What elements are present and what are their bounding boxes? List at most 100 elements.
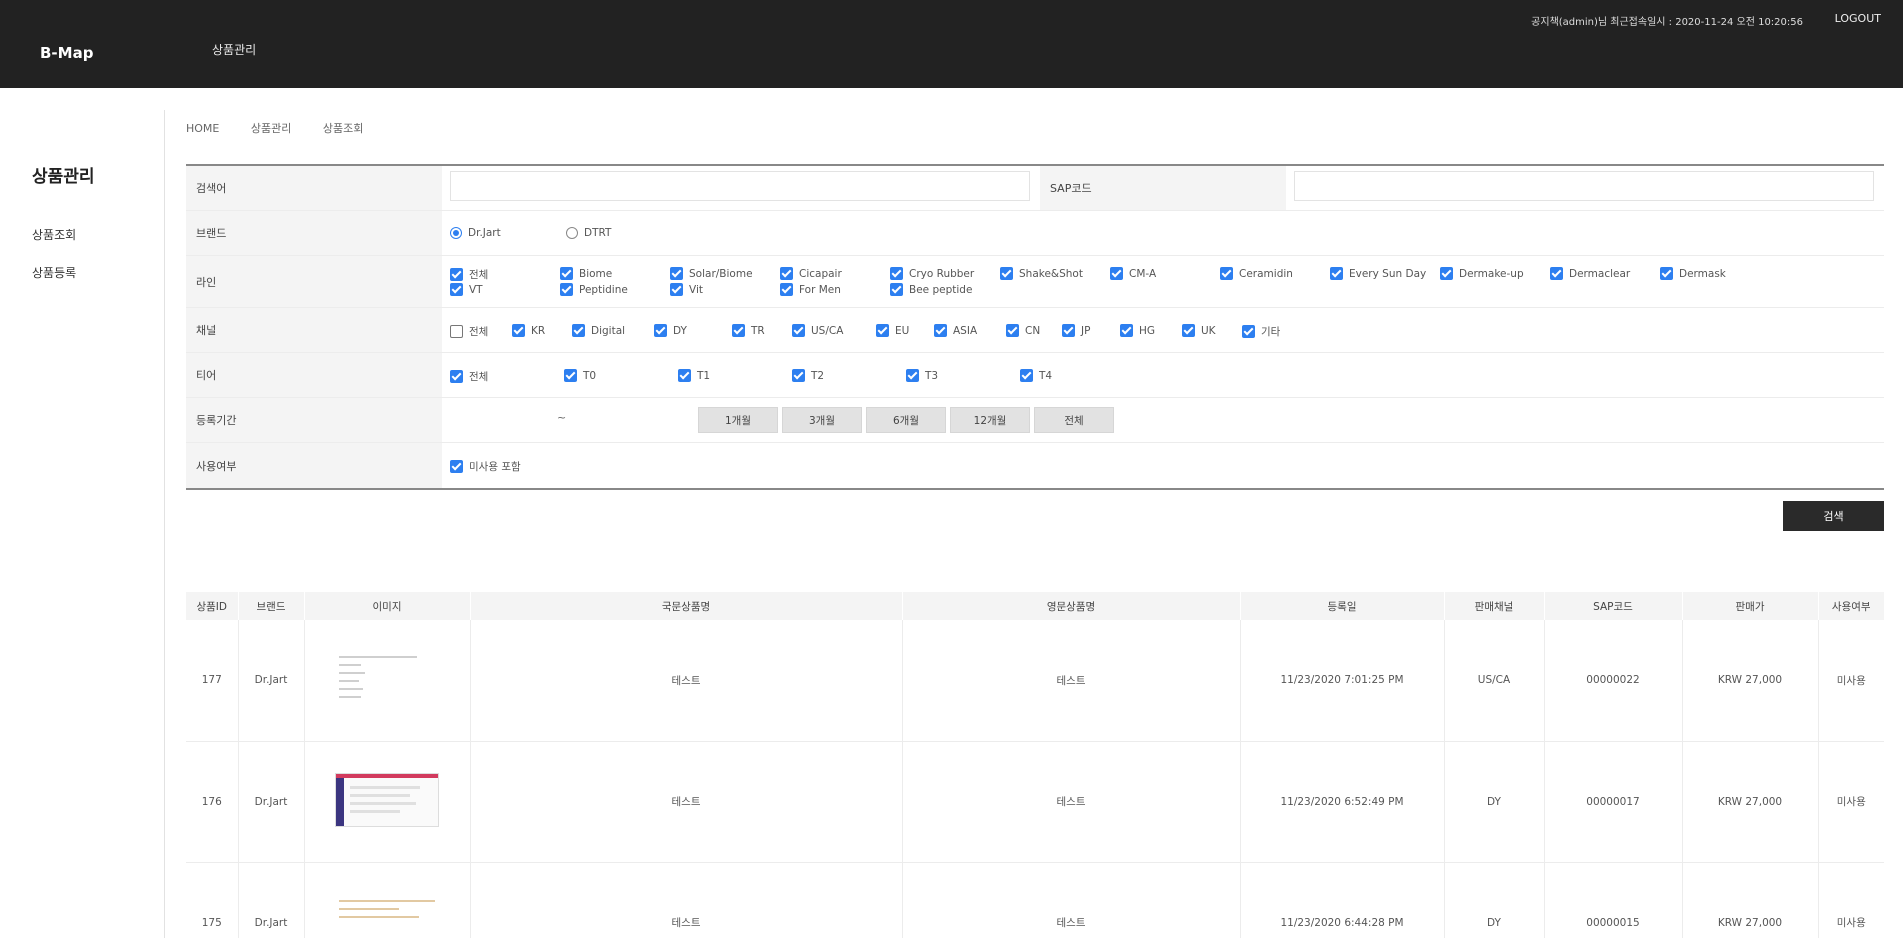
channel-checkbox[interactable]: CN: [1006, 324, 1040, 337]
channel-checkbox[interactable]: Digital: [572, 324, 625, 337]
line-checkbox[interactable]: Biome: [560, 267, 612, 280]
radio-selected-icon[interactable]: [450, 227, 462, 239]
line-checkbox[interactable]: Dermask: [1660, 267, 1726, 280]
checkbox-checked-icon[interactable]: [560, 283, 573, 296]
sidebar-item-product-register[interactable]: 상품등록: [32, 264, 76, 281]
line-checkbox[interactable]: For Men: [780, 283, 841, 296]
keyword-input[interactable]: [450, 171, 1030, 201]
checkbox-checked-icon[interactable]: [906, 369, 919, 382]
brand-logo[interactable]: B-Map: [40, 44, 93, 62]
line-checkbox[interactable]: Cicapair: [780, 267, 842, 280]
column-header[interactable]: SAP코드: [1544, 592, 1683, 620]
table-row[interactable]: 175 Dr.Jart 테스트 테스트 11/23/2020 6:44:28 P…: [186, 862, 1884, 938]
tier-checkbox[interactable]: T0: [564, 369, 596, 382]
line-checkbox[interactable]: Shake&Shot: [1000, 267, 1083, 280]
line-checkbox[interactable]: Every Sun Day: [1330, 267, 1426, 280]
radio-icon[interactable]: [566, 227, 578, 239]
checkbox-checked-icon[interactable]: [890, 283, 903, 296]
checkbox-checked-icon[interactable]: [934, 324, 947, 337]
checkbox-checked-icon[interactable]: [1550, 267, 1563, 280]
period-all-button[interactable]: 전체: [1034, 407, 1114, 433]
checkbox-checked-icon[interactable]: [780, 283, 793, 296]
product-thumbnail[interactable]: [335, 773, 439, 827]
line-checkbox[interactable]: Vit: [670, 283, 703, 296]
logout-link[interactable]: LOGOUT: [1835, 12, 1881, 25]
column-header[interactable]: 판매가: [1682, 592, 1819, 620]
checkbox-checked-icon[interactable]: [670, 283, 683, 296]
checkbox-checked-icon[interactable]: [732, 324, 745, 337]
checkbox-checked-icon[interactable]: [654, 324, 667, 337]
checkbox-checked-icon[interactable]: [1220, 267, 1233, 280]
column-header[interactable]: 등록일: [1240, 592, 1445, 620]
channel-checkbox[interactable]: KR: [512, 324, 545, 337]
checkbox-checked-icon[interactable]: [1006, 324, 1019, 337]
tier-checkbox[interactable]: T4: [1020, 369, 1052, 382]
column-header[interactable]: 국문상품명: [470, 592, 903, 620]
checkbox-checked-icon[interactable]: [678, 369, 691, 382]
channel-checkbox[interactable]: US/CA: [792, 324, 843, 337]
checkbox-icon[interactable]: [450, 325, 463, 338]
tier-checkbox[interactable]: T1: [678, 369, 710, 382]
checkbox-checked-icon[interactable]: [1062, 324, 1075, 337]
checkbox-checked-icon[interactable]: [560, 267, 573, 280]
checkbox-checked-icon[interactable]: [450, 460, 463, 473]
nav-item-product-management[interactable]: 상품관리: [212, 41, 256, 58]
tier-checkbox[interactable]: T2: [792, 369, 824, 382]
line-checkbox[interactable]: Dermake-up: [1440, 267, 1524, 280]
checkbox-checked-icon[interactable]: [1120, 324, 1133, 337]
column-header[interactable]: 브랜드: [238, 592, 305, 620]
period-1month-button[interactable]: 1개월: [698, 407, 778, 433]
include-unused-checkbox[interactable]: 미사용 포함: [450, 459, 521, 474]
line-checkbox[interactable]: Cryo Rubber: [890, 267, 974, 280]
checkbox-checked-icon[interactable]: [1440, 267, 1453, 280]
brand-radio-dtrt[interactable]: DTRT: [566, 227, 611, 239]
checkbox-checked-icon[interactable]: [792, 369, 805, 382]
checkbox-checked-icon[interactable]: [450, 370, 463, 383]
checkbox-checked-icon[interactable]: [876, 324, 889, 337]
sidebar-item-product-list[interactable]: 상품조회: [32, 226, 76, 243]
product-thumbnail[interactable]: [335, 894, 439, 938]
channel-checkbox[interactable]: DY: [654, 324, 687, 337]
line-checkbox[interactable]: Dermaclear: [1550, 267, 1630, 280]
table-row[interactable]: 177 Dr.Jart 테스트 테스트 11/23/2020 7:01:25 P…: [186, 620, 1884, 742]
checkbox-checked-icon[interactable]: [1020, 369, 1033, 382]
column-header[interactable]: 상품ID: [186, 592, 239, 620]
breadcrumb-home[interactable]: HOME: [186, 122, 219, 135]
checkbox-checked-icon[interactable]: [670, 267, 683, 280]
checkbox-checked-icon[interactable]: [792, 324, 805, 337]
channel-checkbox[interactable]: TR: [732, 324, 765, 337]
checkbox-checked-icon[interactable]: [564, 369, 577, 382]
channel-checkbox[interactable]: JP: [1062, 324, 1090, 337]
breadcrumb-product-management[interactable]: 상품관리: [251, 122, 291, 135]
line-checkbox[interactable]: VT: [450, 283, 483, 296]
checkbox-checked-icon[interactable]: [1110, 267, 1123, 280]
line-checkbox[interactable]: Peptidine: [560, 283, 628, 296]
line-checkbox[interactable]: CM-A: [1110, 267, 1156, 280]
checkbox-checked-icon[interactable]: [1000, 267, 1013, 280]
sap-code-input[interactable]: [1294, 171, 1874, 201]
checkbox-checked-icon[interactable]: [1330, 267, 1343, 280]
column-header[interactable]: 사용여부: [1818, 592, 1884, 620]
line-checkbox[interactable]: Ceramidin: [1220, 267, 1293, 280]
product-thumbnail[interactable]: [335, 651, 439, 706]
channel-checkbox[interactable]: 전체: [450, 324, 488, 339]
checkbox-checked-icon[interactable]: [512, 324, 525, 337]
checkbox-checked-icon[interactable]: [450, 283, 463, 296]
tier-checkbox[interactable]: T3: [906, 369, 938, 382]
checkbox-checked-icon[interactable]: [1660, 267, 1673, 280]
table-row[interactable]: 176 Dr.Jart 테스트 테스트 11/23/2020 6:52:49 P…: [186, 741, 1884, 863]
column-header[interactable]: 판매채널: [1444, 592, 1545, 620]
channel-checkbox[interactable]: UK: [1182, 324, 1216, 337]
line-checkbox[interactable]: Bee peptide: [890, 283, 972, 296]
channel-checkbox[interactable]: EU: [876, 324, 909, 337]
checkbox-checked-icon[interactable]: [450, 268, 463, 281]
search-button[interactable]: 검색: [1783, 501, 1884, 531]
period-12month-button[interactable]: 12개월: [950, 407, 1030, 433]
checkbox-checked-icon[interactable]: [1182, 324, 1195, 337]
checkbox-checked-icon[interactable]: [572, 324, 585, 337]
period-6month-button[interactable]: 6개월: [866, 407, 946, 433]
period-3month-button[interactable]: 3개월: [782, 407, 862, 433]
channel-checkbox[interactable]: ASIA: [934, 324, 977, 337]
checkbox-checked-icon[interactable]: [1242, 325, 1255, 338]
tier-checkbox[interactable]: 전체: [450, 369, 488, 384]
